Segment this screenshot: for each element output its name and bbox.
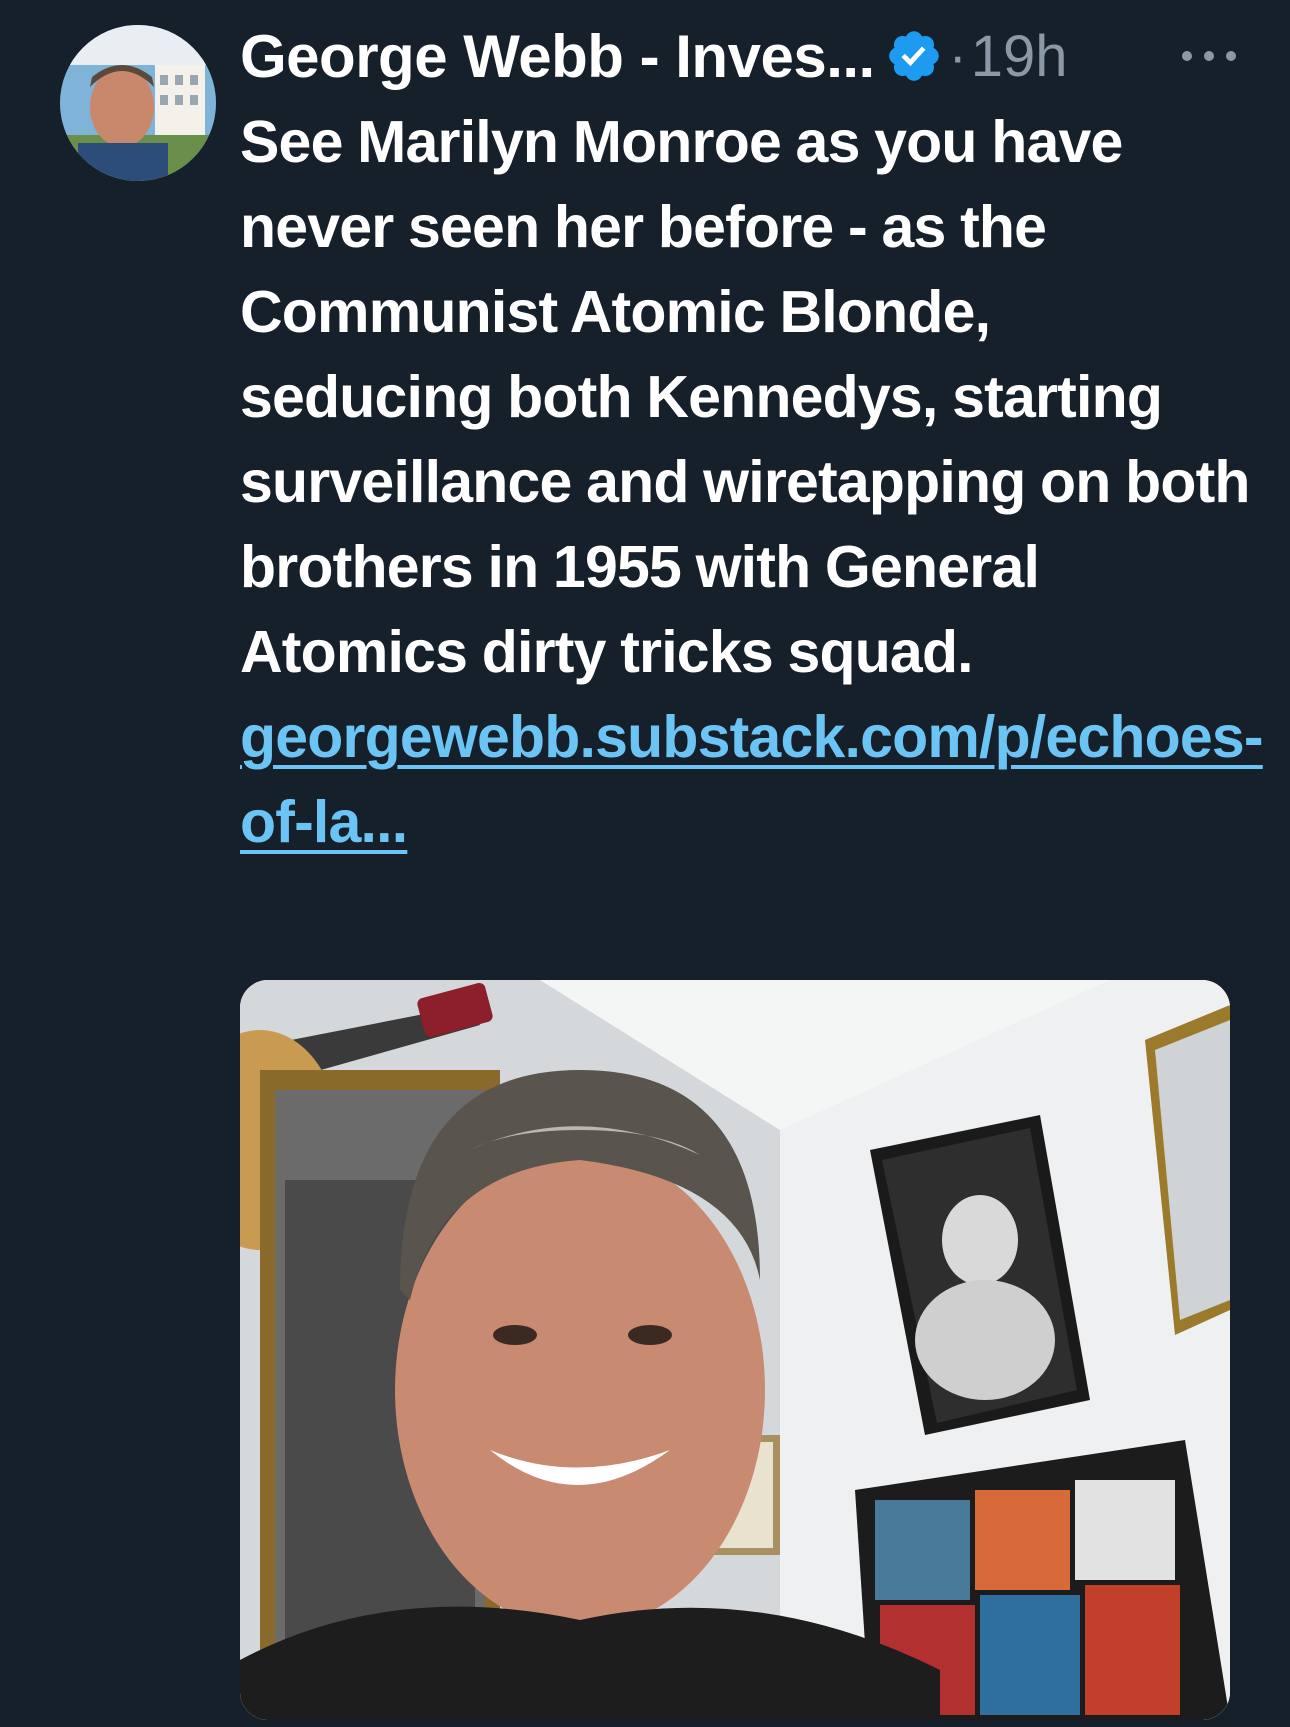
header-separator: · bbox=[948, 26, 967, 86]
tweet-link[interactable]: georgewebb.substack.com/p/echoes-of-la..… bbox=[240, 695, 1264, 865]
avatar[interactable] bbox=[60, 25, 216, 181]
more-options-icon[interactable] bbox=[1182, 46, 1236, 66]
tweet-header: George Webb - Inves... · 19h bbox=[240, 20, 1260, 92]
verified-badge-icon[interactable] bbox=[885, 27, 943, 85]
author-name[interactable]: George Webb - Inves... bbox=[240, 22, 875, 91]
tweet-body: See Marilyn Monroe as you have never see… bbox=[240, 100, 1264, 865]
tweet-media-image[interactable] bbox=[240, 980, 1230, 1720]
avatar-image bbox=[60, 25, 216, 181]
timestamp[interactable]: 19h bbox=[971, 23, 1068, 90]
selfie-photo bbox=[240, 980, 1230, 1720]
tweet-text: See Marilyn Monroe as you have never see… bbox=[240, 109, 1250, 685]
